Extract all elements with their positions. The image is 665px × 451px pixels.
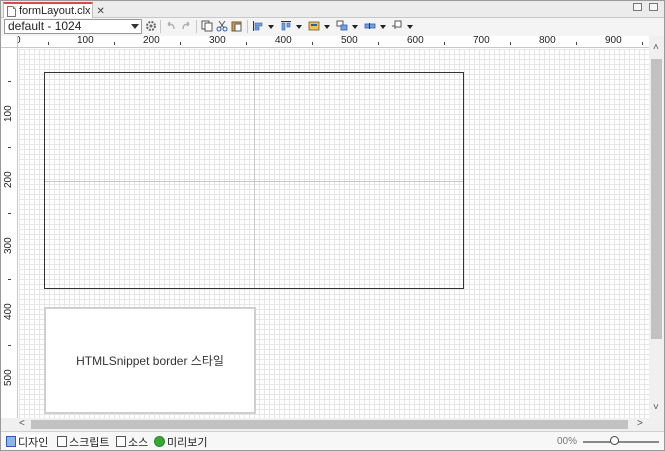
zoom-slider[interactable] bbox=[583, 441, 659, 443]
horizontal-scroll-thumb[interactable] bbox=[31, 420, 628, 429]
ruler-v-tick bbox=[8, 213, 11, 214]
layout-guide-horizontal bbox=[45, 181, 463, 182]
ruler-v-tick bbox=[8, 279, 11, 280]
cut-icon[interactable] bbox=[216, 20, 228, 32]
horizontal-ruler: 0 100 200 300 400 500 600 700 800 900 bbox=[18, 36, 649, 48]
ruler-h-tick bbox=[246, 42, 247, 45]
toolbar-separator bbox=[160, 20, 161, 33]
tab-close-icon[interactable]: ✕ bbox=[97, 6, 105, 17]
tab-design[interactable]: 디자인 bbox=[6, 434, 49, 449]
settings-gear-icon[interactable] bbox=[145, 20, 157, 32]
ruler-v-label: 500 bbox=[3, 369, 14, 386]
scroll-corner bbox=[649, 418, 664, 431]
tab-script[interactable]: 스크립트 bbox=[57, 434, 109, 449]
chevron-down-icon[interactable] bbox=[324, 25, 330, 29]
ruler-v-label: 300 bbox=[3, 237, 14, 254]
tab-source[interactable]: 소스 bbox=[116, 434, 148, 449]
spacing-icon[interactable] bbox=[364, 20, 376, 32]
tab-design-label: 디자인 bbox=[18, 436, 49, 449]
ruler-h-label: 0 bbox=[18, 36, 21, 46]
file-icon bbox=[7, 5, 16, 17]
design-canvas[interactable]: HTMLSnippet border 스타일 bbox=[19, 49, 649, 418]
ruler-h-label: 200 bbox=[143, 36, 160, 46]
same-size-icon[interactable] bbox=[308, 20, 320, 32]
ruler-v-label: 200 bbox=[3, 171, 14, 188]
redo-icon[interactable] bbox=[180, 20, 192, 32]
ruler-h-label: 300 bbox=[209, 36, 226, 46]
scroll-down-icon[interactable]: ˅ bbox=[653, 403, 659, 413]
scroll-right-icon[interactable]: > bbox=[637, 419, 643, 429]
design-view-icon bbox=[6, 436, 16, 447]
layout-select-value: default - 1024 bbox=[8, 19, 82, 33]
ruler-v-tick bbox=[8, 345, 11, 346]
horizontal-scrollbar[interactable]: < > bbox=[1, 418, 649, 431]
ruler-corner bbox=[1, 36, 18, 48]
ruler-h-tick bbox=[510, 42, 511, 45]
maximize-icon[interactable] bbox=[649, 3, 658, 11]
layer-order-icon[interactable] bbox=[391, 20, 403, 32]
chevron-down-icon[interactable] bbox=[296, 25, 302, 29]
tab-preview-label: 미리보기 bbox=[167, 436, 208, 449]
chevron-down-icon[interactable] bbox=[407, 25, 413, 29]
chevron-down-icon bbox=[131, 24, 139, 29]
tab-preview[interactable]: 미리보기 bbox=[154, 434, 207, 449]
ruler-h-tick bbox=[642, 42, 643, 45]
ruler-h-label: 500 bbox=[341, 36, 358, 46]
ruler-h-label: 900 bbox=[605, 36, 622, 46]
paste-icon[interactable] bbox=[231, 20, 243, 32]
chevron-down-icon[interactable] bbox=[352, 25, 358, 29]
view-mode-bar: 디자인 스크립트 소스 미리보기 00% bbox=[1, 431, 664, 450]
chevron-down-icon[interactable] bbox=[268, 25, 274, 29]
tab-title: formLayout.clx bbox=[19, 5, 91, 17]
ruler-v-tick bbox=[8, 81, 11, 82]
align-left-icon[interactable] bbox=[252, 20, 264, 32]
design-toolbar: default - 1024 bbox=[1, 18, 664, 36]
html-snippet[interactable]: HTMLSnippet border 스타일 bbox=[44, 307, 256, 414]
ruler-h-tick bbox=[378, 42, 379, 45]
scroll-up-icon[interactable]: ˄ bbox=[653, 43, 659, 53]
minimize-icon[interactable] bbox=[633, 3, 642, 11]
ruler-h-tick bbox=[180, 42, 181, 45]
ruler-h-tick bbox=[312, 42, 313, 45]
source-file-icon bbox=[116, 436, 126, 447]
window-buttons bbox=[633, 3, 658, 11]
zoom-slider-handle[interactable] bbox=[610, 436, 619, 445]
tab-strip: formLayout.clx ✕ bbox=[1, 1, 664, 18]
vertical-ruler: 100 200 300 400 500 bbox=[1, 48, 18, 418]
undo-icon[interactable] bbox=[165, 20, 177, 32]
tab-source-label: 소스 bbox=[128, 436, 149, 449]
ruler-v-label: 100 bbox=[3, 105, 14, 122]
arrange-icon[interactable] bbox=[336, 20, 348, 32]
form-layout-container[interactable] bbox=[44, 72, 464, 289]
preview-play-icon bbox=[154, 436, 165, 447]
tab-formlayout[interactable]: formLayout.clx ✕ bbox=[3, 2, 105, 18]
scroll-left-icon[interactable]: < bbox=[19, 419, 25, 429]
toolbar-separator bbox=[196, 20, 197, 33]
ruler-h-label: 600 bbox=[407, 36, 424, 46]
ruler-v-label: 400 bbox=[3, 303, 14, 320]
ruler-h-tick bbox=[114, 42, 115, 45]
html-snippet-text: HTMLSnippet border 스타일 bbox=[76, 354, 224, 368]
ruler-h-tick bbox=[444, 42, 445, 45]
vertical-scroll-thumb[interactable] bbox=[651, 59, 662, 339]
ruler-h-label: 400 bbox=[275, 36, 292, 46]
zoom-level: 00% bbox=[557, 436, 578, 447]
toolbar-separator bbox=[247, 20, 248, 33]
script-file-icon bbox=[57, 436, 67, 447]
ruler-h-label: 100 bbox=[77, 36, 94, 46]
ruler-h-label: 700 bbox=[473, 36, 490, 46]
align-top-icon[interactable] bbox=[280, 20, 292, 32]
ruler-v-tick bbox=[8, 147, 11, 148]
vertical-scrollbar[interactable]: ˄ ˅ bbox=[649, 36, 664, 418]
editor-window: formLayout.clx ✕ default - 1024 100 200 … bbox=[0, 0, 665, 451]
ruler-h-tick bbox=[576, 42, 577, 45]
ruler-h-label: 800 bbox=[539, 36, 556, 46]
ruler-h-tick bbox=[48, 42, 49, 45]
tab-script-label: 스크립트 bbox=[69, 436, 110, 449]
layout-select[interactable]: default - 1024 bbox=[4, 19, 142, 34]
copy-icon[interactable] bbox=[201, 20, 213, 32]
chevron-down-icon[interactable] bbox=[380, 25, 386, 29]
